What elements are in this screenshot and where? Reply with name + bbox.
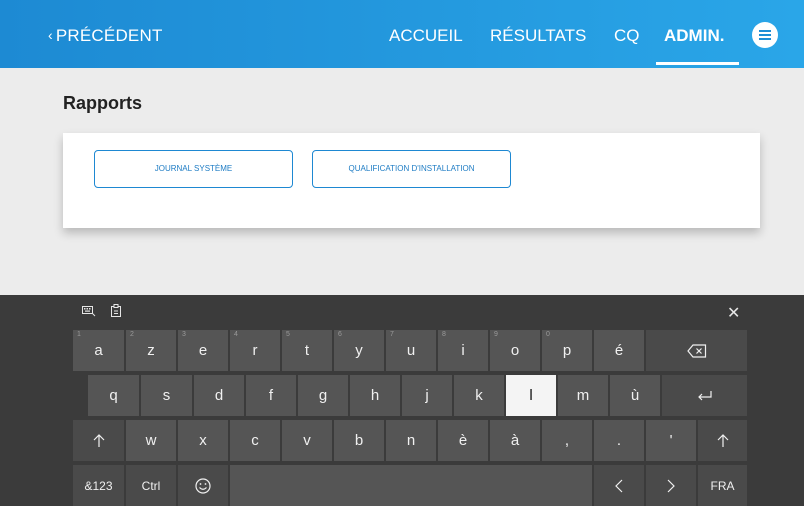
- key-m[interactable]: m: [558, 375, 608, 416]
- key-apostrophe[interactable]: ': [646, 420, 696, 461]
- close-keyboard-icon[interactable]: ✕: [727, 303, 740, 323]
- nav-tab-accueil[interactable]: ACCUEIL: [389, 26, 463, 46]
- menu-icon[interactable]: [752, 22, 778, 48]
- active-tab-indicator: [656, 62, 739, 65]
- key-v[interactable]: v: [282, 420, 332, 461]
- back-button[interactable]: ‹ PRÉCÉDENT: [48, 26, 163, 46]
- on-screen-keyboard: ✕ 1a 2z 3e 4r 5t 6y 7u 8i 9o 0p é q s d …: [0, 295, 804, 506]
- shift-icon: [93, 433, 104, 447]
- nav-tab-admin[interactable]: ADMIN.: [664, 26, 724, 46]
- key-b[interactable]: b: [334, 420, 384, 461]
- key-h[interactable]: h: [350, 375, 400, 416]
- key-q[interactable]: q: [88, 375, 139, 416]
- key-d[interactable]: d: [194, 375, 244, 416]
- page-title: Rapports: [63, 93, 143, 113]
- key-c[interactable]: c: [230, 420, 280, 461]
- space-key[interactable]: [230, 465, 592, 506]
- ctrl-key[interactable]: Ctrl: [126, 465, 176, 506]
- emoji-key[interactable]: [178, 465, 228, 506]
- shift-left-key[interactable]: [73, 420, 124, 461]
- key-z[interactable]: 2z: [126, 330, 176, 371]
- reports-card: JOURNAL SYSTÈME QUALIFICATION D'INSTALLA…: [63, 133, 760, 228]
- backspace-key[interactable]: [646, 330, 747, 371]
- key-s[interactable]: s: [141, 375, 192, 416]
- key-t[interactable]: 5t: [282, 330, 332, 371]
- key-x[interactable]: x: [178, 420, 228, 461]
- clipboard-icon[interactable]: [110, 304, 122, 320]
- key-y[interactable]: 6y: [334, 330, 384, 371]
- key-i[interactable]: 8i: [438, 330, 488, 371]
- key-f[interactable]: f: [246, 375, 296, 416]
- back-label: PRÉCÉDENT: [55, 26, 163, 45]
- backspace-icon: [686, 343, 706, 358]
- chevron-right-icon: [667, 479, 675, 492]
- nav-tab-cq[interactable]: CQ: [614, 26, 640, 46]
- system-log-button[interactable]: JOURNAL SYSTÈME: [94, 150, 293, 188]
- key-o[interactable]: 9o: [490, 330, 540, 371]
- key-n[interactable]: n: [386, 420, 436, 461]
- key-r[interactable]: 4r: [230, 330, 280, 371]
- left-arrow-key[interactable]: [594, 465, 644, 506]
- key-u-grave[interactable]: ù: [610, 375, 660, 416]
- emoji-icon: [195, 477, 211, 494]
- right-arrow-key[interactable]: [646, 465, 696, 506]
- top-nav-bar: ‹ PRÉCÉDENT ACCUEIL RÉSULTATS CQ ADMIN.: [0, 0, 804, 68]
- enter-key[interactable]: [662, 375, 747, 416]
- key-period[interactable]: .: [594, 420, 644, 461]
- key-g[interactable]: g: [298, 375, 348, 416]
- chevron-left-icon: [615, 479, 623, 492]
- chevron-left-icon: ‹: [48, 27, 53, 43]
- installation-qualification-button[interactable]: QUALIFICATION D'INSTALLATION: [312, 150, 511, 188]
- key-p[interactable]: 0p: [542, 330, 592, 371]
- shift-icon: [717, 433, 728, 447]
- key-e[interactable]: 3e: [178, 330, 228, 371]
- keyboard-settings-icon[interactable]: [82, 305, 96, 320]
- symbols-key[interactable]: &123: [73, 465, 124, 506]
- key-a-grave[interactable]: à: [490, 420, 540, 461]
- key-a[interactable]: 1a: [73, 330, 124, 371]
- key-u[interactable]: 7u: [386, 330, 436, 371]
- key-comma[interactable]: ,: [542, 420, 592, 461]
- key-l[interactable]: l: [506, 375, 556, 416]
- key-e-grave[interactable]: è: [438, 420, 488, 461]
- key-e-acute[interactable]: é: [594, 330, 644, 371]
- key-k[interactable]: k: [454, 375, 504, 416]
- language-key[interactable]: FRA: [698, 465, 747, 506]
- key-w[interactable]: w: [126, 420, 176, 461]
- shift-right-key[interactable]: [698, 420, 747, 461]
- enter-icon: [697, 390, 712, 400]
- nav-tab-resultats[interactable]: RÉSULTATS: [490, 26, 586, 46]
- key-j[interactable]: j: [402, 375, 452, 416]
